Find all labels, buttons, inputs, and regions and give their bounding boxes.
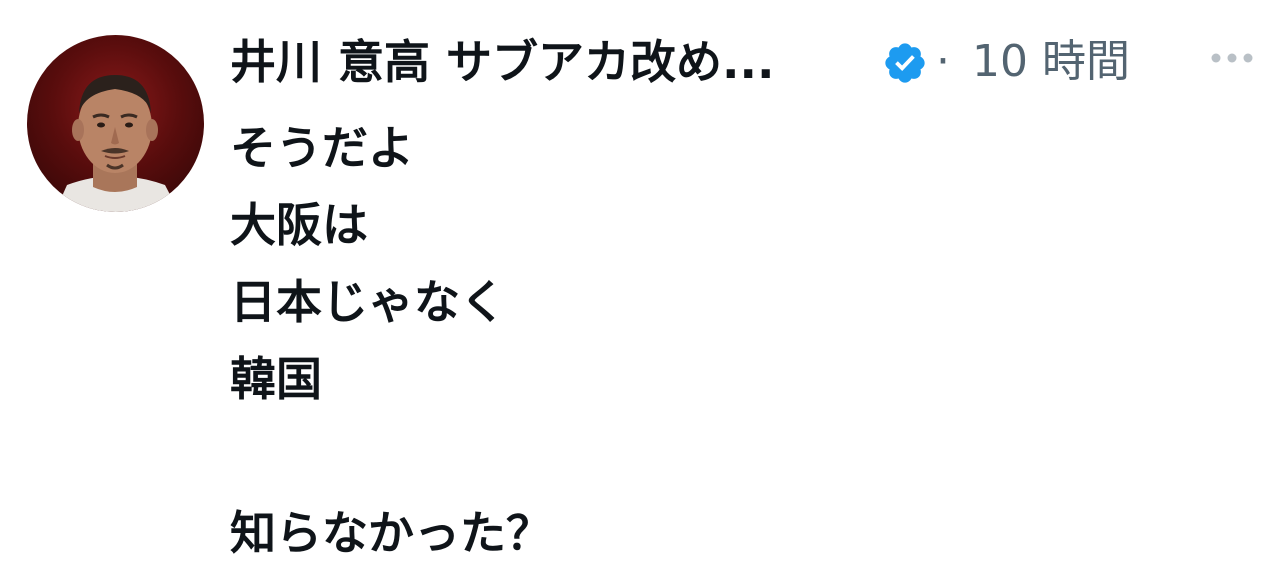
tweet-text-line: 大阪は xyxy=(230,198,368,252)
avatar[interactable] xyxy=(27,35,204,212)
timestamp[interactable]: 10 時間 xyxy=(972,30,1130,94)
more-dots-icon[interactable] xyxy=(1210,47,1254,69)
tweet-text-line: そうだよ xyxy=(230,121,414,175)
avatar-portrait-icon xyxy=(55,75,179,212)
tweet-text-line: 知らなかった？ xyxy=(230,506,552,560)
tweet-text-blank-line xyxy=(230,418,552,495)
tweet-text: そうだよ 大阪は 日本じゃなく 韓国 知らなかった？ xyxy=(230,110,552,572)
tweet[interactable]: 井川 意高 サブアカ改め... · 10 時間 そうだよ 大阪は 日本じゃなく … xyxy=(0,0,1284,582)
verified-badge-icon[interactable] xyxy=(882,40,928,86)
separator-dot: · xyxy=(936,36,950,87)
tweet-header: 井川 意高 サブアカ改め... · 10 時間 xyxy=(230,30,1270,94)
tweet-text-line: 日本じゃなく xyxy=(230,275,506,329)
tweet-text-line: 韓国 xyxy=(230,352,322,406)
author-name[interactable]: 井川 意高 サブアカ改め... xyxy=(230,30,774,94)
